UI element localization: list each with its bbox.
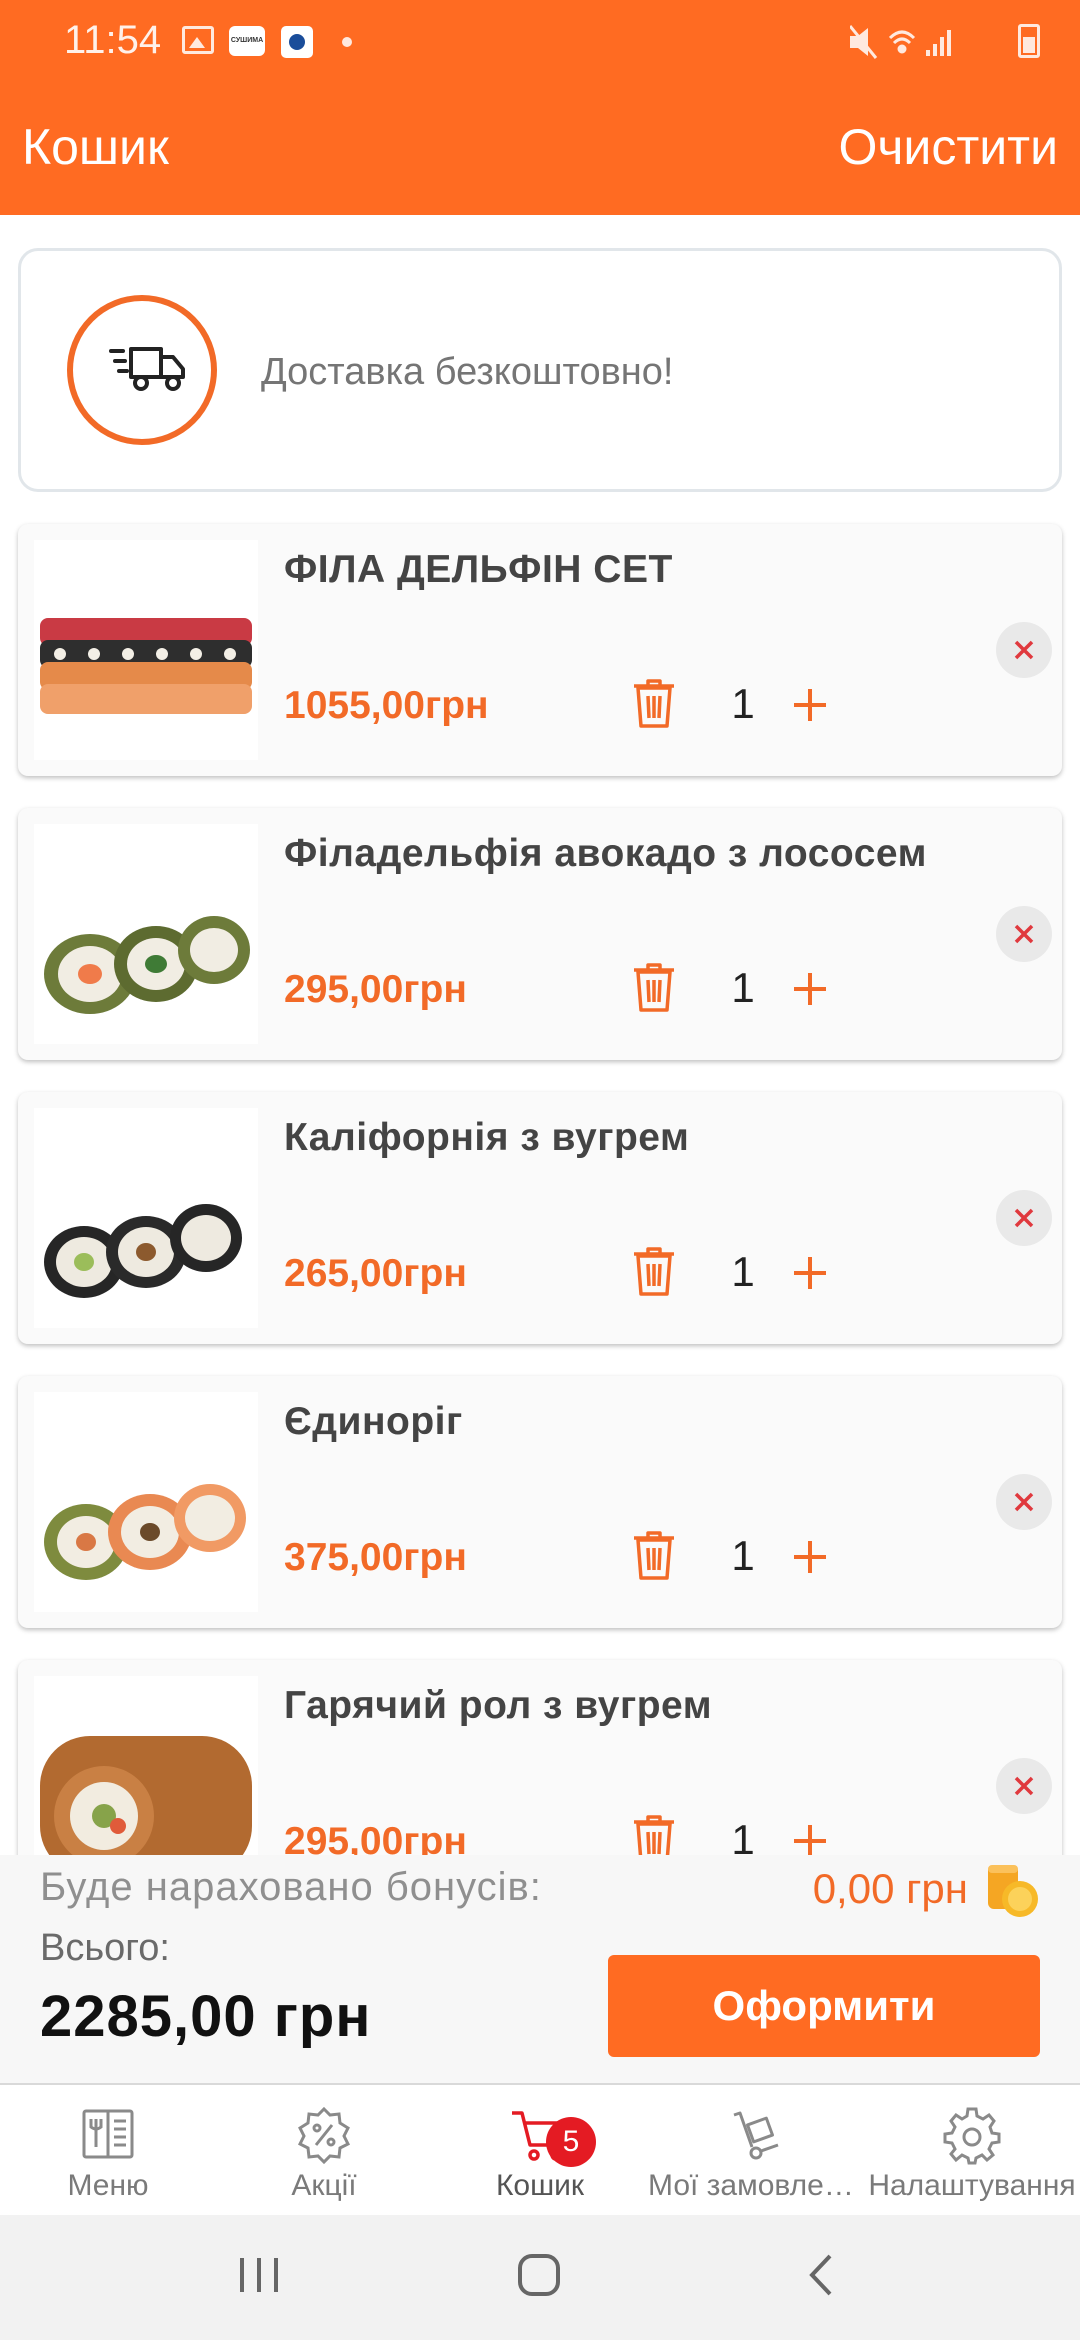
quantity-value: 1 <box>731 964 755 1011</box>
delivery-icon-circle <box>67 295 217 445</box>
product-image[interactable] <box>34 1108 258 1328</box>
nav-label: Мої замовлення <box>648 2169 864 2202</box>
unicorn-roll-image <box>44 1484 246 1580</box>
delivery-truck-icon <box>109 347 185 391</box>
coins-icon <box>988 1865 1038 1917</box>
cart-item: Філадельфія авокадо з лососем 295,00грн … <box>18 808 1062 1060</box>
close-icon <box>1014 1776 1034 1796</box>
plus-icon[interactable] <box>780 1248 840 1298</box>
signal-icon <box>926 30 951 56</box>
remove-item-button[interactable] <box>996 1190 1052 1246</box>
discount-icon <box>297 2106 351 2165</box>
close-icon <box>1014 924 1034 944</box>
product-name: Каліфорнія з вугрем <box>284 1116 690 1159</box>
california-eel-image <box>44 1204 242 1298</box>
nav-label: Меню <box>67 2169 149 2202</box>
mute-icon <box>850 25 878 59</box>
product-image[interactable] <box>34 1392 258 1612</box>
product-price: 375,00грн <box>284 1536 467 1579</box>
plus-icon[interactable] <box>780 964 840 1014</box>
product-price: 1055,00грн <box>284 684 489 727</box>
close-icon <box>1014 1208 1034 1228</box>
cart-item: Єдиноріг 375,00грн 1 <box>18 1376 1062 1628</box>
product-image[interactable] <box>34 1676 258 1855</box>
app-header: 11:54 СУШИМА Кошик Очистити <box>0 0 1080 215</box>
quantity-value: 1 <box>731 1248 755 1295</box>
cart-item: Гарячий рол з вугрем 295,00грн 1 <box>18 1660 1062 1855</box>
nav-label: Акції <box>291 2169 357 2202</box>
philadelphia-avocado-image <box>44 916 250 1014</box>
cart-count-badge: 5 <box>546 2117 596 2167</box>
sushi-set-image <box>40 618 252 714</box>
plus-icon[interactable] <box>780 680 840 730</box>
status-bar: 11:54 СУШИМА <box>0 0 1080 84</box>
remove-item-button[interactable] <box>996 1758 1052 1814</box>
product-name: Єдиноріг <box>284 1400 463 1443</box>
status-icons <box>850 25 951 59</box>
cart-item: ФІЛА ДЕЛЬФІН СЕТ 1055,00грн 1 <box>18 524 1062 776</box>
bonus-label: Буде нараховано бонусів: <box>40 1865 542 1909</box>
product-name: Філадельфія авокадо з лососем <box>284 832 927 875</box>
clear-cart-button[interactable]: Очистити <box>838 118 1058 176</box>
app-notification-icon: СУШИМА <box>229 26 265 56</box>
product-image[interactable] <box>34 540 258 760</box>
orders-icon <box>733 2111 779 2160</box>
bottom-navigation: Меню Акції Кошик 5 Мої замовлення Налашт… <box>0 2087 1080 2215</box>
total-label: Всього: <box>40 1927 170 1969</box>
product-image[interactable] <box>34 824 258 1044</box>
page-title: Кошик <box>22 119 169 175</box>
total-value: 2285,00 грн <box>40 1984 372 2049</box>
delivery-banner: Доставка безкоштовно! <box>18 248 1062 492</box>
quantity-value: 1 <box>731 1532 755 1579</box>
nav-item-promotions[interactable]: Акції <box>216 2087 432 2215</box>
remove-item-button[interactable] <box>996 1474 1052 1530</box>
back-icon[interactable] <box>796 2250 846 2300</box>
nav-label: Кошик <box>495 2169 585 2202</box>
home-icon[interactable] <box>514 2250 564 2300</box>
plus-icon[interactable] <box>780 1816 840 1855</box>
wifi-icon <box>888 30 916 54</box>
app2-notification-icon <box>281 26 313 58</box>
order-summary: Буде нараховано бонусів: 0,00 грн Всього… <box>0 1855 1080 2085</box>
trash-icon[interactable] <box>632 962 676 1014</box>
nav-label: Налаштування <box>868 2169 1076 2202</box>
delivery-text: Доставка безкоштовно! <box>261 351 674 393</box>
hot-eel-roll-image <box>40 1736 252 1855</box>
trash-icon[interactable] <box>632 1530 676 1582</box>
settings-icon <box>943 2107 1001 2165</box>
remove-item-button[interactable] <box>996 906 1052 962</box>
plus-icon[interactable] <box>780 1532 840 1582</box>
more-notifications-dot-icon <box>342 37 352 47</box>
system-navigation-bar <box>0 2215 1080 2340</box>
menu-book-icon <box>82 2109 134 2159</box>
trash-icon[interactable] <box>632 678 676 730</box>
remove-item-button[interactable] <box>996 622 1052 678</box>
cart-list[interactable]: ФІЛА ДЕЛЬФІН СЕТ 1055,00грн 1 Філадельфі… <box>0 520 1080 1855</box>
product-price: 295,00грн <box>284 968 467 1011</box>
product-price: 295,00грн <box>284 1820 467 1855</box>
gallery-notification-icon <box>182 26 214 54</box>
quantity-value: 1 <box>731 680 755 727</box>
close-icon <box>1014 640 1034 660</box>
product-name: Гарячий рол з вугрем <box>284 1684 713 1727</box>
close-icon <box>1014 1492 1034 1512</box>
product-price: 265,00грн <box>284 1252 467 1295</box>
recent-apps-icon[interactable] <box>234 2250 284 2300</box>
quantity-value: 1 <box>731 1816 755 1855</box>
checkout-button[interactable]: Оформити <box>608 1955 1040 2057</box>
trash-icon[interactable] <box>632 1814 676 1855</box>
bonus-value: 0,00 грн <box>812 1865 968 1912</box>
nav-item-settings[interactable]: Налаштування <box>864 2087 1080 2215</box>
nav-item-cart[interactable]: Кошик <box>432 2087 648 2215</box>
nav-item-my-orders[interactable]: Мої замовлення <box>648 2087 864 2215</box>
status-time: 11:54 <box>64 18 162 62</box>
product-name: ФІЛА ДЕЛЬФІН СЕТ <box>284 548 673 591</box>
cart-item: Каліфорнія з вугрем 265,00грн 1 <box>18 1092 1062 1344</box>
trash-icon[interactable] <box>632 1246 676 1298</box>
nav-item-menu[interactable]: Меню <box>0 2087 216 2215</box>
battery-icon <box>1018 24 1040 58</box>
